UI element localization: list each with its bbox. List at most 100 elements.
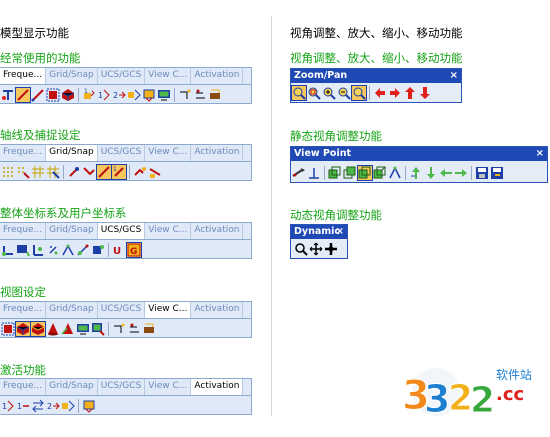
angle-up-icon[interactable] (409, 166, 423, 180)
activate-icon[interactable]: 1 (1, 399, 15, 413)
zoom-out-icon[interactable] (337, 86, 351, 100)
dynamic-pan-icon[interactable] (309, 242, 323, 256)
point-grid-icon[interactable] (1, 165, 15, 179)
load-view-icon[interactable] (490, 166, 504, 180)
zoom-fit-icon[interactable] (291, 84, 307, 101)
tab-ucs-gcs[interactable]: UCS/GCS (98, 302, 146, 318)
solid-block-icon[interactable] (30, 320, 46, 337)
tab-view-control[interactable]: View C... (145, 379, 192, 395)
pan-down-icon[interactable] (418, 86, 432, 100)
close-icon[interactable]: × (336, 225, 344, 239)
tab-view-control[interactable]: View C... (145, 145, 192, 161)
line-grid-icon[interactable] (31, 165, 45, 179)
dynamic-rotate-icon[interactable] (324, 242, 338, 256)
tab-ucs-gcs[interactable]: UCS/GCS (98, 68, 146, 84)
tab-grid-snap[interactable]: Grid/Snap (46, 379, 98, 395)
dynamic-toolbar[interactable]: Dynamic × (290, 224, 348, 259)
ucs-three-point-icon[interactable] (76, 243, 90, 257)
angle-left-icon[interactable] (439, 166, 453, 180)
tab-view-control[interactable]: View C... (145, 223, 192, 239)
frame-select-icon[interactable] (1, 322, 15, 336)
node-number-icon[interactable] (1, 88, 15, 102)
rotate-view-icon[interactable] (292, 166, 306, 180)
redo-display-icon[interactable] (193, 88, 207, 102)
hide-show-icon[interactable] (142, 88, 156, 102)
label-property-icon[interactable] (127, 88, 141, 102)
tab-view-control[interactable]: View C... (145, 302, 192, 318)
ucs-yz-icon[interactable] (61, 243, 75, 257)
ucs-xz-icon[interactable] (46, 243, 60, 257)
view-top-icon[interactable] (357, 164, 373, 181)
zoom-pan-toolbar[interactable]: Zoom/Pan × (290, 68, 462, 103)
node-snap-icon[interactable] (67, 165, 81, 179)
activate-group-icon[interactable] (61, 399, 75, 413)
frame-select-icon[interactable] (46, 88, 60, 102)
pan-left-icon[interactable] (373, 86, 387, 100)
undo-display-icon[interactable] (112, 322, 126, 336)
perpendicular-view-icon[interactable] (307, 166, 321, 180)
tab-view-control[interactable]: View C... (145, 68, 192, 84)
shrink-view-icon[interactable] (15, 320, 31, 337)
activate-all-icon[interactable]: 2 (46, 399, 60, 413)
tab-frequent[interactable]: Freque... (0, 145, 47, 161)
display-monitor-icon[interactable] (157, 88, 171, 102)
tab-activation[interactable]: Activation (191, 223, 244, 239)
element-snap-icon[interactable] (82, 165, 96, 179)
angle-down-icon[interactable] (424, 166, 438, 180)
tab-activation[interactable]: Activation (191, 68, 244, 84)
element-line-icon[interactable] (15, 86, 31, 103)
view-angle-icon[interactable] (388, 166, 402, 180)
ucs-axis-icon[interactable] (1, 243, 15, 257)
snap-all-icon[interactable] (133, 165, 147, 179)
label-arrow-icon[interactable]: 2 (112, 88, 126, 102)
snap-none-icon[interactable] (148, 165, 162, 179)
close-icon[interactable]: × (536, 147, 544, 161)
label-number-icon[interactable]: 1 (97, 88, 111, 102)
view-iso-icon[interactable] (328, 166, 342, 180)
line-snap-icon[interactable] (96, 163, 112, 180)
activate-selection-icon[interactable] (82, 399, 96, 413)
tab-grid-snap[interactable]: Grid/Snap (46, 302, 98, 318)
tab-ucs-gcs[interactable]: UCS/GCS (98, 145, 146, 161)
line-grid-snap-icon[interactable] (46, 165, 60, 179)
print-display-icon[interactable] (208, 88, 222, 102)
ucs-u-icon[interactable]: U (112, 243, 126, 257)
point-grid-snap-icon[interactable] (16, 165, 30, 179)
view-front-icon[interactable] (343, 166, 357, 180)
zoom-window-icon[interactable] (307, 86, 321, 100)
angle-right-icon[interactable] (454, 166, 468, 180)
save-view-icon[interactable] (475, 166, 489, 180)
zoom-all-icon[interactable] (351, 84, 367, 101)
undo-display-icon[interactable] (178, 88, 192, 102)
element-line-icon-2[interactable] (31, 88, 45, 102)
display-monitor-icon[interactable] (76, 322, 90, 336)
tab-activation[interactable]: Activation (191, 379, 244, 395)
ucs-object-icon[interactable] (91, 243, 105, 257)
redo-display-icon[interactable] (127, 322, 141, 336)
label-tag-icon[interactable]: 1 (82, 88, 96, 102)
invert-activation-icon[interactable] (31, 399, 45, 413)
tab-frequent[interactable]: Freque... (0, 223, 47, 239)
tab-activation[interactable]: Activation (191, 302, 244, 318)
user-snap-icon[interactable]: 1 (111, 163, 127, 180)
tab-ucs-gcs[interactable]: UCS/GCS (97, 223, 146, 239)
tab-ucs-gcs[interactable]: UCS/GCS (98, 379, 146, 395)
dynamic-zoom-icon[interactable] (294, 242, 308, 256)
print-display-icon[interactable] (142, 322, 156, 336)
pan-up-icon[interactable] (403, 86, 417, 100)
solid-block-icon[interactable] (61, 88, 75, 102)
view-point-toolbar[interactable]: View Point × (290, 146, 548, 183)
close-icon[interactable]: × (450, 69, 458, 83)
inactivate-icon[interactable]: 1 (16, 399, 30, 413)
tab-grid-snap[interactable]: Grid/Snap (46, 68, 98, 84)
ucs-plane-icon[interactable] (16, 243, 30, 257)
perspective-icon[interactable] (61, 322, 75, 336)
tab-activation[interactable]: Activation (191, 145, 244, 161)
tab-grid-snap[interactable]: Grid/Snap (46, 145, 98, 161)
tab-frequent[interactable]: Freque... (0, 68, 47, 84)
tab-grid-snap[interactable]: Grid/Snap (46, 223, 98, 239)
ucs-xy-icon[interactable] (31, 243, 45, 257)
tab-frequent[interactable]: Freque... (0, 379, 47, 395)
display-options-icon[interactable] (91, 322, 105, 336)
view-side-icon[interactable] (373, 166, 387, 180)
